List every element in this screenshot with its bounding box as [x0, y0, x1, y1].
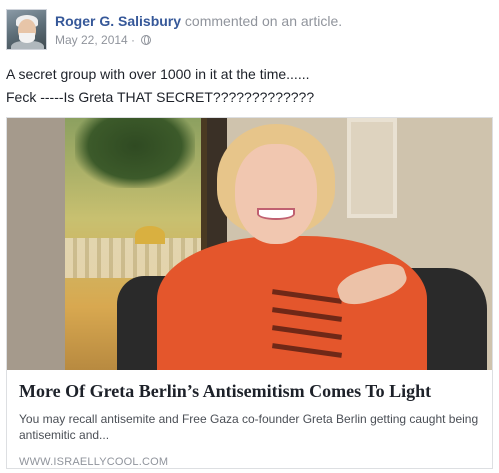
article-caption[interactable]: More Of Greta Berlin’s Antisemitism Come… [7, 370, 492, 468]
header-line: Roger G. Salisbury commented on an artic… [55, 13, 342, 29]
article-attachment[interactable]: More Of Greta Berlin’s Antisemitism Come… [6, 117, 493, 469]
post-text-line: A secret group with over 1000 in it at t… [6, 66, 310, 82]
post-date[interactable]: May 22, 2014 [55, 33, 128, 47]
photo-painting-tree [75, 118, 195, 188]
avatar[interactable] [6, 9, 47, 50]
meta-separator: · [127, 33, 136, 47]
photo-wall-left [7, 118, 67, 370]
photo-painting-dome [135, 226, 165, 244]
photo-frame [347, 118, 397, 218]
photo-face [235, 144, 317, 244]
article-description: You may recall antisemite and Free Gaza … [19, 412, 479, 442]
article-headline[interactable]: More Of Greta Berlin’s Antisemitism Come… [19, 380, 480, 402]
photo-tshirt-line [271, 307, 343, 322]
article-photo[interactable] [7, 118, 492, 370]
photo-tshirt-line [271, 343, 343, 358]
photo-tshirt [157, 236, 427, 370]
action-text: commented on an article. [181, 13, 343, 29]
post-meta: May 22, 2014 · [55, 33, 152, 47]
photo-mouth [257, 208, 295, 220]
photo-tshirt-line [271, 325, 343, 340]
post-text: A secret group with over 1000 in it at t… [6, 63, 314, 109]
post-header: Roger G. Salisbury commented on an artic… [6, 9, 493, 53]
post-text-line: Feck -----Is Greta THAT SECRET??????????… [6, 89, 315, 105]
photo-tshirt-line [271, 289, 343, 304]
article-source: WWW.ISRAELLYCOOL.COM [19, 456, 169, 468]
avatar-beard [19, 33, 35, 43]
author-link[interactable]: Roger G. Salisbury [55, 13, 181, 29]
globe-icon[interactable] [141, 35, 152, 45]
